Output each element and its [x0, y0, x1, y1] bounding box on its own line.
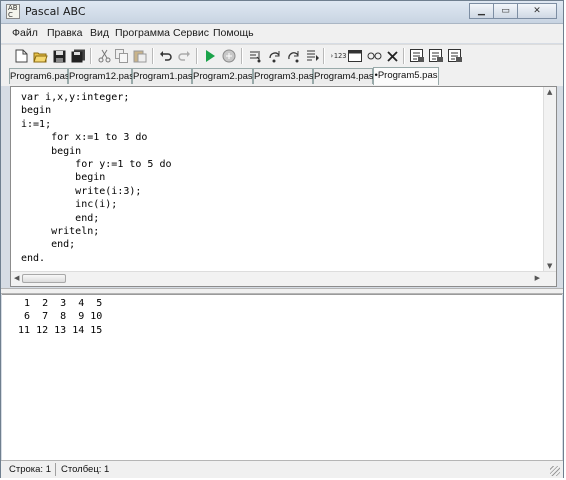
- run-to-cursor-icon[interactable]: [304, 48, 320, 64]
- menu-view[interactable]: Вид: [90, 27, 109, 39]
- code-template-1-icon[interactable]: [409, 48, 425, 64]
- title-bar[interactable]: AB C Pascal ABC ▁ ▭ ✕: [1, 1, 563, 24]
- menu-bar: Файл Правка Вид Программа Сервис Помощь: [1, 24, 563, 43]
- window-icon[interactable]: [347, 48, 363, 64]
- status-row: Строка: 1: [9, 464, 51, 475]
- save-icon[interactable]: [51, 48, 67, 64]
- tab-program5[interactable]: •Program5.pas: [373, 67, 439, 85]
- menu-edit[interactable]: Правка: [47, 27, 82, 39]
- code-editor[interactable]: var i,x,y:integer; begin i:=1; for x:=1 …: [10, 86, 557, 287]
- cut-icon[interactable]: [96, 48, 112, 64]
- scroll-right-arrow-icon[interactable]: ▶: [535, 274, 540, 282]
- output-pane[interactable]: 1 2 3 4 5 6 7 8 9 10 11 12 13 14 15: [2, 294, 562, 460]
- menu-program[interactable]: Программа: [115, 27, 170, 39]
- menu-file[interactable]: Файл: [12, 27, 38, 39]
- close-button[interactable]: ✕: [517, 3, 557, 19]
- tab-program12[interactable]: Program12.pas: [68, 68, 134, 84]
- resize-grip-icon[interactable]: [550, 466, 560, 476]
- scroll-down-arrow-icon[interactable]: ▼: [547, 262, 552, 270]
- step-into-icon[interactable]: [247, 48, 263, 64]
- window-title: Pascal ABC: [25, 5, 86, 18]
- app-window: AB C Pascal ABC ▁ ▭ ✕ Файл Правка Вид Про…: [0, 0, 564, 478]
- ascii-table-icon[interactable]: ›123: [328, 48, 348, 64]
- tab-program3[interactable]: Program3.pas: [253, 68, 314, 84]
- scroll-up-arrow-icon[interactable]: ▲: [547, 88, 552, 96]
- step-over-icon[interactable]: [266, 48, 282, 64]
- tab-program2[interactable]: Program2.pas: [192, 68, 253, 84]
- code-text[interactable]: var i,x,y:integer; begin i:=1; for x:=1 …: [21, 91, 172, 265]
- undo-icon[interactable]: [158, 48, 174, 64]
- glasses-icon[interactable]: [366, 48, 382, 64]
- code-template-2-icon[interactable]: [428, 48, 444, 64]
- status-column: Столбец: 1: [61, 464, 110, 475]
- code-template-3-icon[interactable]: [447, 48, 463, 64]
- tab-program6[interactable]: Program6.pas: [9, 68, 70, 84]
- close-x-icon[interactable]: [384, 48, 400, 64]
- tab-program1[interactable]: Program1.pas: [132, 68, 193, 84]
- tab-program4[interactable]: Program4.pas: [313, 68, 374, 84]
- copy-icon[interactable]: [114, 48, 130, 64]
- maximize-button[interactable]: ▭: [493, 3, 518, 19]
- run-icon[interactable]: [202, 48, 218, 64]
- status-bar: Строка: 1 Столбец: 1: [1, 460, 563, 478]
- save-all-icon[interactable]: [70, 48, 86, 64]
- pascal-app-icon: AB C: [6, 4, 20, 19]
- redo-icon[interactable]: [176, 48, 192, 64]
- horizontal-scroll-thumb[interactable]: [22, 274, 66, 283]
- editor-horizontal-scrollbar[interactable]: ◀ ▶: [11, 271, 556, 286]
- step-out-icon[interactable]: [285, 48, 301, 64]
- menu-service[interactable]: Сервис: [173, 27, 209, 39]
- open-folder-icon[interactable]: [32, 48, 48, 64]
- editor-vertical-scrollbar[interactable]: ▲ ▼: [543, 87, 556, 271]
- toolbar: ›123: [1, 44, 563, 67]
- stop-icon[interactable]: [221, 48, 237, 64]
- minimize-button[interactable]: ▁: [469, 3, 494, 19]
- menu-help[interactable]: Помощь: [213, 27, 254, 39]
- file-tabs: Program6.pas Program12.pas Program1.pas …: [1, 67, 563, 86]
- scroll-left-arrow-icon[interactable]: ◀: [14, 274, 19, 282]
- output-text: 1 2 3 4 5 6 7 8 9 10 11 12 13 14 15: [18, 298, 103, 336]
- paste-icon[interactable]: [132, 48, 148, 64]
- new-file-icon[interactable]: [13, 48, 29, 64]
